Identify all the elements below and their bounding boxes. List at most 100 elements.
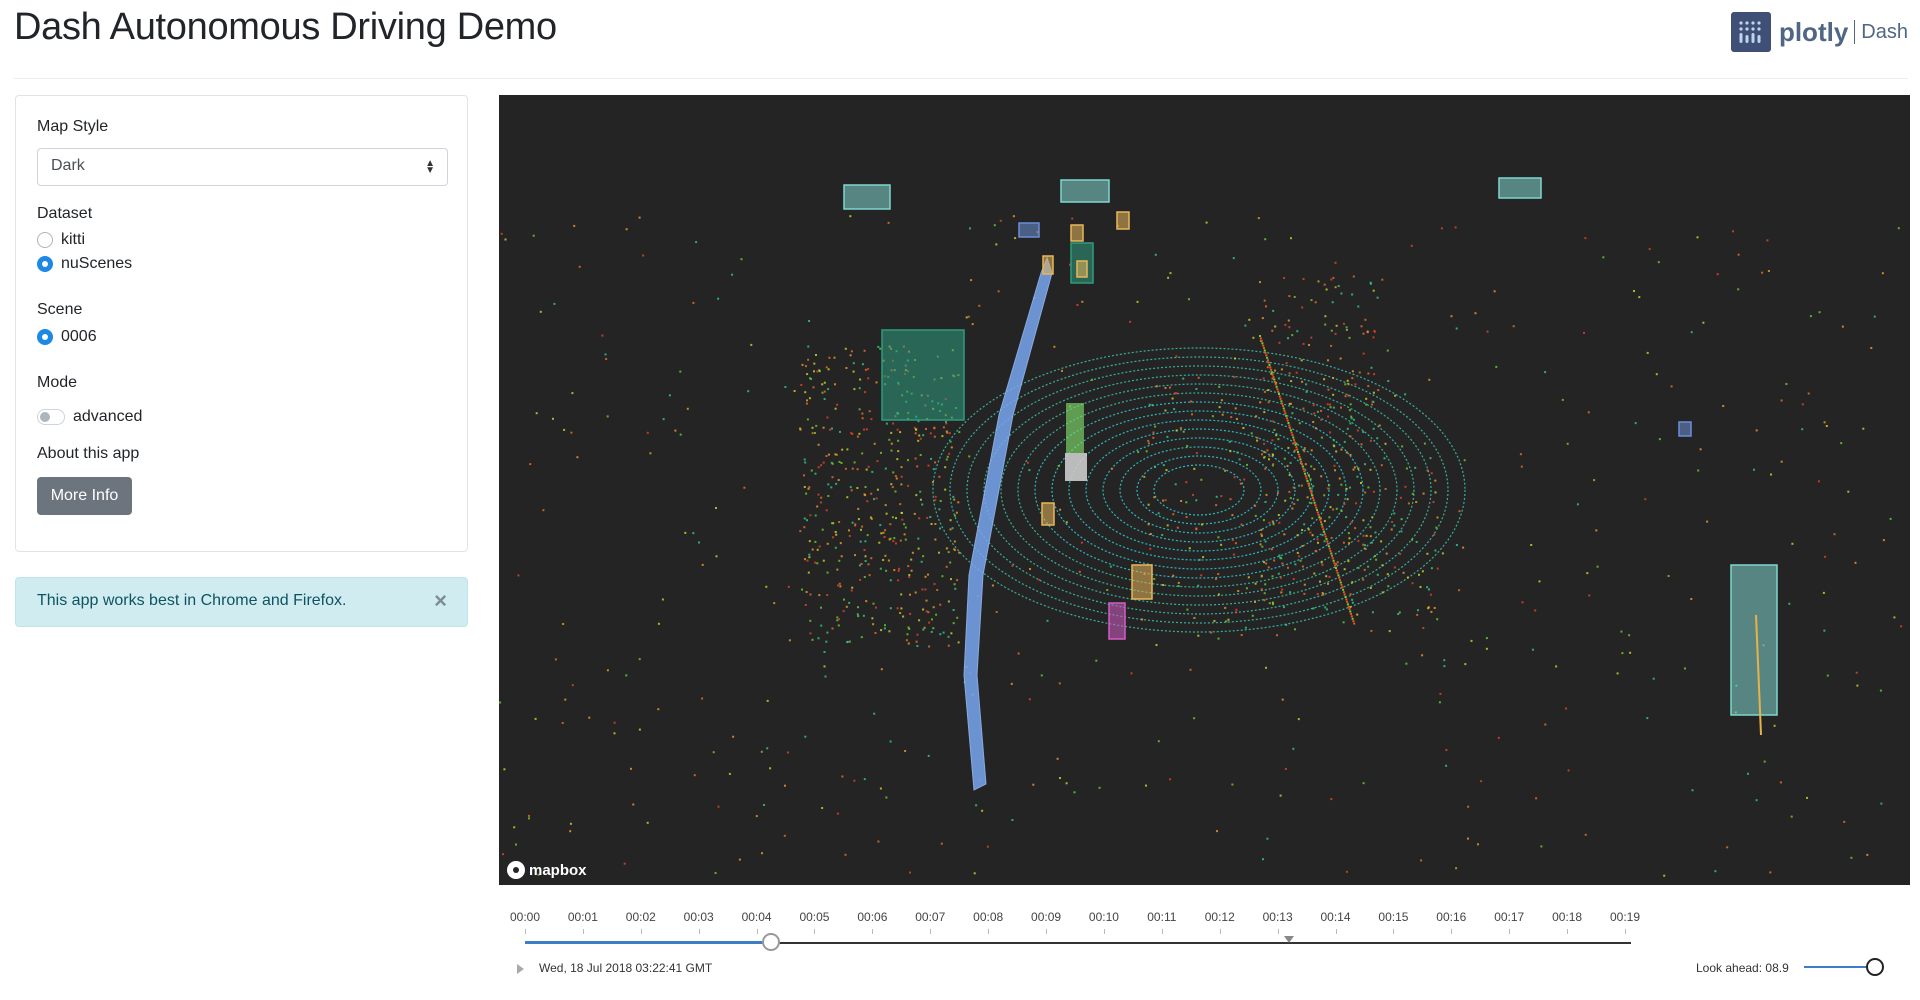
- lidar-point: [801, 588, 803, 591]
- lidar-point: [1350, 615, 1353, 618]
- lidar-point: [1320, 436, 1323, 439]
- lidar-point: [1281, 698, 1284, 701]
- lidar-point: [822, 426, 825, 429]
- lidar-point: [1732, 230, 1734, 233]
- lidar-point: [918, 619, 921, 622]
- lidar-point: [1697, 469, 1700, 472]
- lidar-point: [1290, 431, 1293, 434]
- mapbox-attribution[interactable]: mapbox: [507, 861, 587, 879]
- lidar-point: [1171, 397, 1174, 400]
- timeline-tick-label: 00:07: [915, 910, 946, 924]
- lidar-point: [1394, 394, 1397, 397]
- toggle-switch[interactable]: [37, 409, 65, 425]
- lidar-point: [879, 567, 882, 570]
- lidar-point: [1169, 386, 1171, 389]
- lidar-point: [1232, 257, 1235, 260]
- play-icon[interactable]: [517, 964, 524, 974]
- dataset-radio-kitti[interactable]: kitti: [37, 231, 85, 249]
- lidar-point: [1186, 608, 1189, 611]
- lidar-point: [1486, 330, 1489, 333]
- lidar-point: [863, 428, 865, 431]
- about-label: About this app: [37, 445, 140, 462]
- lidar-point: [1281, 402, 1284, 405]
- lidar-point: [924, 588, 927, 591]
- lidar-point: [1737, 288, 1740, 291]
- timeline-tick-label: 00:15: [1378, 910, 1409, 924]
- plotly-dash-brand[interactable]: plotly Dash: [1730, 12, 1908, 52]
- lidar-point: [1376, 437, 1379, 440]
- lidar-3d-viewer[interactable]: mapbox: [499, 95, 1910, 885]
- lidar-point: [1531, 648, 1534, 651]
- point-cloud-canvas[interactable]: [499, 95, 1910, 885]
- lidar-point: [1316, 410, 1319, 413]
- lidar-point: [836, 812, 839, 815]
- lidar-point: [1011, 564, 1014, 567]
- lidar-point: [809, 514, 812, 517]
- lidar-point: [1143, 475, 1146, 478]
- lidar-point: [915, 494, 918, 497]
- lidar-point: [806, 373, 809, 376]
- lidar-point: [1426, 586, 1429, 589]
- lidar-point: [861, 525, 864, 528]
- lidar-point: [1415, 501, 1418, 503]
- lidar-point: [1467, 805, 1470, 808]
- lidar-point: [890, 442, 893, 445]
- lidar-point: [1266, 359, 1269, 362]
- lidar-point: [848, 601, 851, 604]
- lidar-point: [1296, 330, 1299, 333]
- lidar-point: [1332, 406, 1335, 409]
- lidar-point: [1312, 496, 1314, 499]
- timeline-tick-mark: [814, 929, 816, 934]
- lidar-point: [896, 607, 899, 610]
- lookahead-slider-track[interactable]: [1804, 966, 1874, 968]
- lidar-point: [1189, 668, 1192, 671]
- lidar-point: [1737, 253, 1740, 256]
- timeline-tick-label: 00:14: [1320, 910, 1351, 924]
- lidar-point: [892, 422, 895, 425]
- lidar-point: [1162, 464, 1165, 467]
- lidar-point: [1165, 469, 1168, 472]
- lidar-point: [1354, 527, 1357, 530]
- lidar-point: [1195, 452, 1198, 455]
- lidar-point: [857, 615, 860, 618]
- lidar-point: [1790, 815, 1793, 818]
- scene-radio-0006[interactable]: 0006: [37, 328, 97, 346]
- lidar-point: [858, 432, 861, 435]
- lidar-point: [1311, 517, 1314, 520]
- lidar-point: [1373, 330, 1376, 333]
- lidar-point: [1847, 490, 1850, 493]
- lidar-point: [867, 368, 870, 370]
- dataset-radio-nuscenes[interactable]: nuScenes: [37, 255, 132, 273]
- lidar-point: [1763, 760, 1766, 763]
- lidar-point: [1691, 789, 1694, 792]
- lidar-point: [887, 221, 890, 224]
- lidar-point: [861, 417, 864, 420]
- lidar-point: [1310, 465, 1313, 468]
- lidar-point: [1340, 510, 1343, 512]
- lidar-point: [1281, 562, 1284, 565]
- lidar-point: [1334, 261, 1337, 264]
- lidar-point: [513, 826, 516, 829]
- lidar-point: [825, 509, 828, 512]
- dataset-label: Dataset: [37, 205, 93, 222]
- lidar-point: [1305, 477, 1308, 480]
- close-icon[interactable]: ×: [434, 590, 447, 612]
- lidar-point: [1285, 417, 1288, 420]
- lidar-point: [865, 428, 868, 431]
- lidar-point: [1320, 561, 1323, 564]
- lidar-point: [1267, 389, 1270, 391]
- lookahead-slider-handle[interactable]: [1866, 958, 1884, 976]
- lidar-point: [1147, 442, 1150, 445]
- lidar-point: [1297, 718, 1300, 721]
- more-info-button[interactable]: More Info: [37, 477, 132, 515]
- lidar-point: [1355, 502, 1358, 505]
- lidar-point: [1263, 390, 1266, 393]
- timeline-handle[interactable]: [762, 933, 781, 951]
- lidar-point: [1265, 305, 1267, 308]
- map-style-dropdown[interactable]: Dark ▲ ▼: [37, 148, 448, 186]
- lidar-point: [1231, 514, 1234, 517]
- lidar-point: [1439, 692, 1442, 695]
- advanced-mode-toggle[interactable]: advanced: [37, 408, 142, 426]
- lidar-point: [1166, 524, 1169, 527]
- lidar-point: [826, 594, 829, 596]
